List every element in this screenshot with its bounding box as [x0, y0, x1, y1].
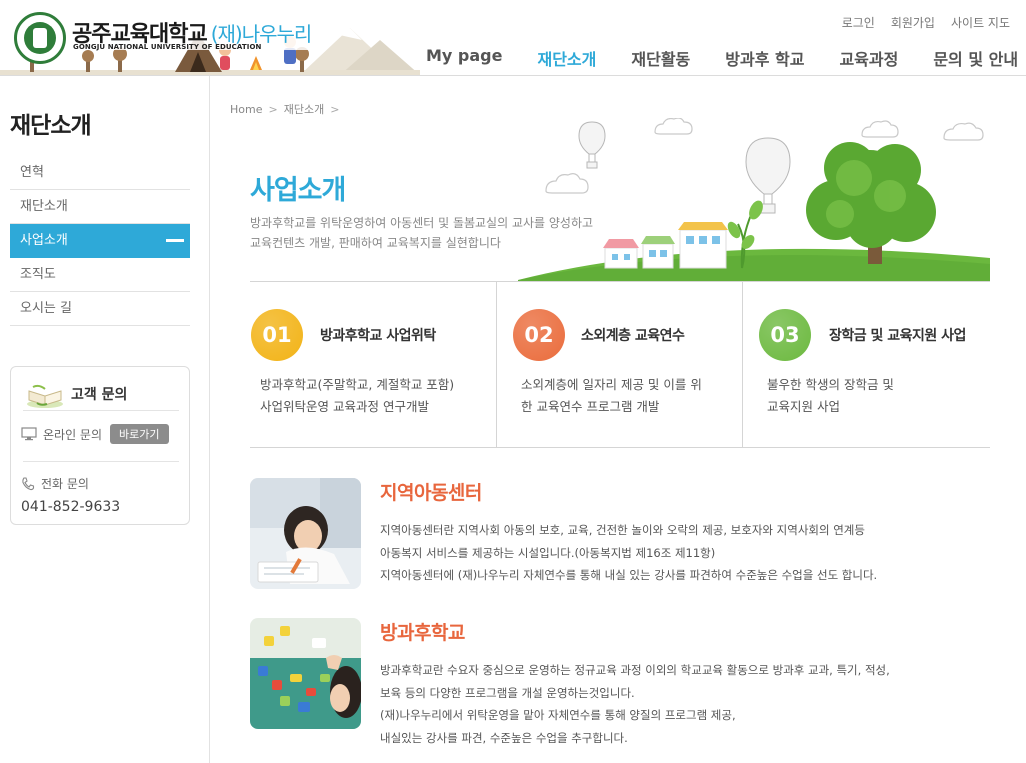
sidebar-item-foundation[interactable]: 재단소개	[10, 190, 190, 224]
feature-description-line: 보육 등의 다양한 프로그램을 개설 운영하는것입니다.	[380, 685, 635, 700]
number-badge: 02	[513, 309, 565, 361]
sidebar: 재단소개 연혁 재단소개 사업소개 조직도 오시는 길 고객 문의 온라인 문의	[0, 76, 210, 763]
business-item: 01 방과후학교 사업위탁 방과후학교(주말학교, 계절학교 포함) 사업위탁운…	[250, 282, 497, 447]
feature-description-line: 지역아동센터에 (재)나우누리 자체연수를 통해 내실 있는 강사를 파견하여 …	[380, 568, 878, 582]
page-description: 방과후학교를 위탁운영하여 아동센터 및 돌봄교실의 교사를 양성하고 교육컨텐…	[250, 213, 593, 253]
hero-landscape-illustration	[518, 118, 990, 282]
customer-inquiry-box: 고객 문의 온라인 문의 바로가기 전화 문의 041-852-9633	[10, 366, 190, 525]
feature-description-line: (재)나우누리에서 위탁운영을 맡아 자체연수를 통해 양질의 프로그램 제공,	[380, 708, 736, 722]
logo-banner[interactable]: 공주교육대학교 (재)나우누리 GONGJU NATIONAL UNIVERSIT…	[0, 0, 420, 75]
business-item: 02 소외계층 교육연수 소외계층에 일자리 제공 및 이를 위 한 교육연수 …	[497, 282, 743, 447]
nav-after-school[interactable]: 방과후 학교	[725, 46, 804, 70]
after-school-photo	[250, 618, 361, 729]
logo-english-name: GONGJU NATIONAL UNIVERSITY OF EDUCATION	[73, 43, 262, 51]
nav-foundation-intro[interactable]: 재단소개	[537, 46, 596, 70]
nav-curriculum[interactable]: 교육과정	[839, 46, 898, 70]
feature-description-line: 방과후학교란 수요자 중심으로 운영하는 정규교육 과정 이외의 학교교육 활동…	[380, 663, 890, 677]
business-description-line: 사업위탁운영 교육과정 연구개발	[260, 399, 429, 414]
business-description-line: 한 교육연수 프로그램 개발	[521, 399, 660, 414]
phone-inquiry-label: 전화 문의	[41, 477, 89, 491]
feature-title: 방과후학교	[380, 622, 465, 644]
breadcrumb-home[interactable]: Home	[230, 103, 262, 116]
business-description: 소외계층에 일자리 제공 및 이를 위 한 교육연수 프로그램 개발	[521, 374, 702, 418]
page-description-line: 교육컨텐츠 개발, 판매하여 교육복지를 실현합니다	[250, 236, 501, 250]
business-description-line: 방과후학교(주말학교, 계절학교 포함)	[260, 377, 455, 392]
phone-number: 041-852-9633	[21, 499, 121, 515]
business-description: 방과후학교(주말학교, 계절학교 포함) 사업위탁운영 교육과정 연구개발	[260, 374, 454, 418]
feature-description-line: 아동복지 서비스를 제공하는 시설입니다.(아동복지법 제16조 제11항)	[380, 545, 716, 560]
sidebar-title: 재단소개	[10, 113, 92, 139]
open-book-icon	[27, 384, 63, 408]
feature-description: 방과후학교란 수요자 중심으로 운영하는 정규교육 과정 이외의 학교교육 활동…	[380, 659, 890, 749]
utility-links: 로그인 회원가입 사이트 지도	[842, 14, 1010, 31]
business-title: 소외계층 교육연수	[581, 328, 685, 344]
customer-inquiry-title: 고객 문의	[71, 387, 128, 403]
online-inquiry-label: 온라인 문의	[43, 427, 103, 442]
online-inquiry-row: 온라인 문의 바로가기	[21, 424, 169, 444]
site-header: 공주교육대학교 (재)나우누리 GONGJU NATIONAL UNIVERSIT…	[0, 0, 1026, 76]
feature-title: 지역아동센터	[380, 482, 482, 504]
feature-after-school: 방과후학교 방과후학교란 수요자 중심으로 운영하는 정규교육 과정 이외의 학…	[250, 618, 990, 758]
breadcrumb: Home > 재단소개 >	[230, 101, 345, 117]
nav-mypage[interactable]: My page	[426, 46, 502, 70]
business-description-line: 소외계층에 일자리 제공 및 이를 위	[521, 377, 702, 392]
university-emblem-icon	[14, 12, 66, 64]
business-item: 03 장학금 및 교육지원 사업 불우한 학생의 장학금 및 교육지원 사업	[743, 282, 990, 447]
business-title: 장학금 및 교육지원 사업	[829, 328, 966, 344]
feature-community-center: 지역아동센터 지역아동센터란 지역사회 아동의 보호, 교육, 건전한 놀이와 …	[250, 478, 990, 590]
page-description-line: 방과후학교를 위탁운영하여 아동센터 및 돌봄교실의 교사를 양성하고	[250, 216, 594, 230]
number-badge: 03	[759, 309, 811, 361]
business-title: 방과후학교 사업위탁	[320, 328, 436, 344]
community-center-photo	[250, 478, 361, 589]
business-description-line: 교육지원 사업	[767, 399, 840, 414]
feature-description: 지역아동센터란 지역사회 아동의 보호, 교육, 건전한 놀이와 오락의 제공,…	[380, 519, 877, 587]
phone-icon	[22, 476, 35, 490]
login-link[interactable]: 로그인	[842, 14, 875, 31]
business-description: 불우한 학생의 장학금 및 교육지원 사업	[767, 374, 894, 418]
sidebar-item-directions[interactable]: 오시는 길	[10, 292, 190, 326]
business-areas: 01 방과후학교 사업위탁 방과후학교(주말학교, 계절학교 포함) 사업위탁운…	[250, 282, 990, 448]
sidebar-item-history[interactable]: 연혁	[10, 156, 190, 190]
hero-section: 사업소개 방과후학교를 위탁운영하여 아동센터 및 돌봄교실의 교사를 양성하고…	[250, 118, 990, 282]
chevron-right-icon: >	[330, 102, 340, 116]
feature-description-line: 지역아동센터란 지역사회 아동의 보호, 교육, 건전한 놀이와 오락의 제공,…	[380, 523, 865, 537]
page-title: 사업소개	[250, 175, 346, 206]
sidebar-item-organization[interactable]: 조직도	[10, 258, 190, 292]
customer-inquiry-divider	[23, 461, 179, 462]
business-description-line: 불우한 학생의 장학금 및	[767, 377, 894, 392]
customer-inquiry-header: 고객 문의	[23, 379, 179, 411]
monitor-icon	[21, 427, 37, 441]
signup-link[interactable]: 회원가입	[891, 14, 935, 31]
nav-inquiry[interactable]: 문의 및 안내	[933, 46, 1018, 70]
sidebar-menu: 연혁 재단소개 사업소개 조직도 오시는 길	[10, 156, 190, 326]
nav-foundation-activities[interactable]: 재단활동	[631, 46, 690, 70]
online-inquiry-button[interactable]: 바로가기	[110, 424, 169, 444]
sitemap-link[interactable]: 사이트 지도	[951, 14, 1010, 31]
phone-inquiry-row: 전화 문의	[21, 475, 89, 492]
feature-description-line: 내실있는 강사를 파견, 수준높은 수업을 추구합니다.	[380, 730, 628, 745]
number-badge: 01	[251, 309, 303, 361]
main-navigation: My page 재단소개 재단활동 방과후 학교 교육과정 문의 및 안내	[426, 46, 1018, 70]
sidebar-item-business[interactable]: 사업소개	[10, 224, 190, 258]
breadcrumb-current[interactable]: 재단소개	[284, 101, 324, 117]
chevron-right-icon: >	[268, 102, 278, 116]
